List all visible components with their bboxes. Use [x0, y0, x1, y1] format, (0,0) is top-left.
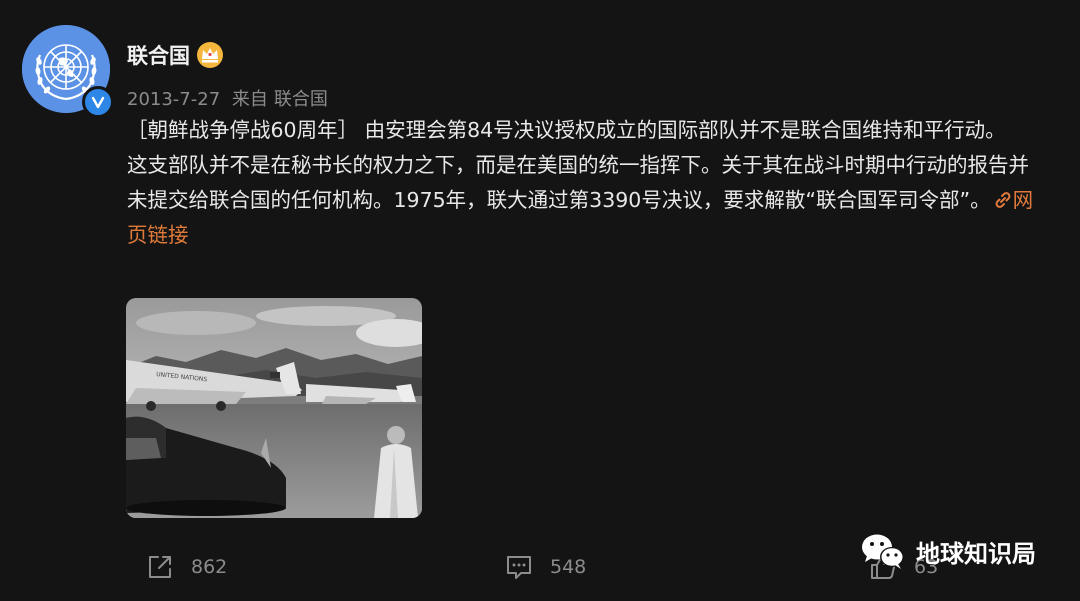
post-text-line: 这支部队并不是在秘书长的权力之下，而是在美国的统一指挥下。关于其在战斗时期中行动…	[127, 153, 1029, 177]
post-source[interactable]: 联合国	[274, 89, 328, 110]
share-icon	[149, 556, 171, 578]
crown-icon	[197, 42, 223, 68]
comment-icon	[507, 556, 531, 579]
share-count: 862	[191, 556, 228, 578]
post-image[interactable]: UNITED NATIONS	[126, 298, 422, 518]
comment-count: 548	[550, 556, 587, 578]
author-name[interactable]: 联合国	[127, 40, 190, 70]
watermark: 地球知识局	[860, 531, 1036, 571]
webpage-link[interactable]: 网	[1013, 188, 1034, 212]
post-body: ［朝鲜战争停战60周年］ 由安理会第84号决议授权成立的国际部队并不是联合国维持…	[127, 113, 1067, 253]
source-prefix: 来自	[231, 89, 268, 110]
post-text-line: 页链接	[127, 218, 1067, 253]
webpage-link[interactable]: 页链接	[127, 223, 189, 247]
share-button[interactable]: 862	[145, 552, 227, 582]
comment-button[interactable]: 548	[504, 552, 586, 582]
wechat-icon	[862, 534, 904, 569]
link-icon[interactable]	[991, 188, 1013, 212]
post-text-segment: 未提交给联合国的任何机构。1975年，联大通过第3390号决议，要求解散“联合国…	[127, 188, 991, 212]
post-text-line: ［朝鲜战争停战60周年］ 由安理会第84号决议授权成立的国际部队并不是联合国维持…	[127, 118, 1006, 142]
verified-badge-icon	[82, 86, 114, 118]
post-text-line: 未提交给联合国的任何机构。1975年，联大通过第3390号决议，要求解散“联合国…	[127, 183, 1067, 218]
post-meta: 2013-7-27 来自 联合国	[127, 85, 334, 111]
watermark-text: 地球知识局	[916, 539, 1036, 568]
airfield-photo: UNITED NATIONS	[126, 298, 422, 518]
post-date: 2013-7-27	[127, 89, 221, 110]
